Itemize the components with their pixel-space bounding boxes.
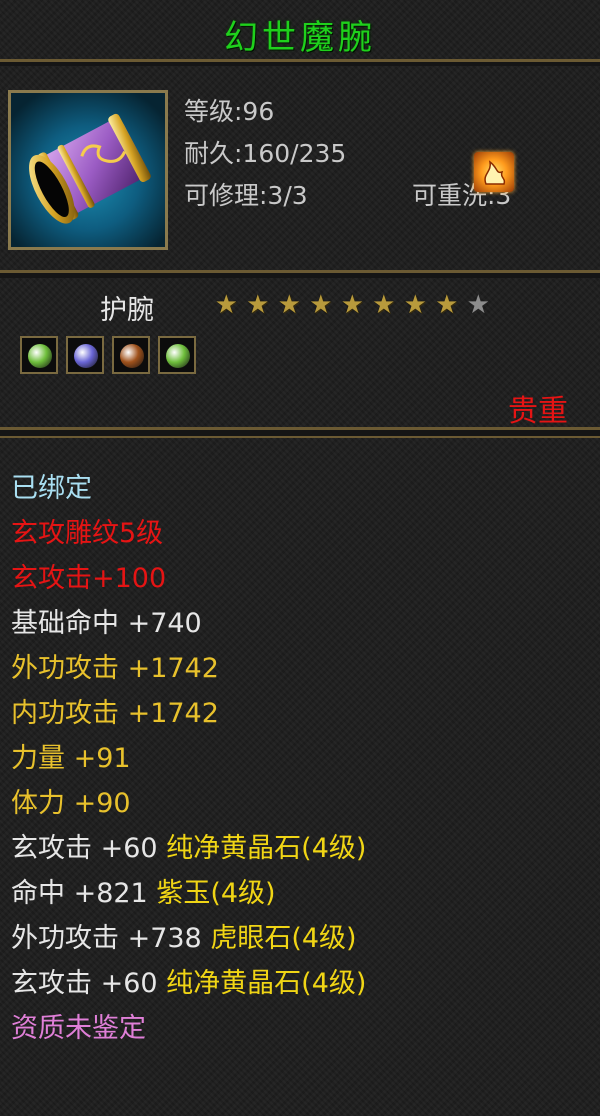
item-quality-label: 贵重	[508, 394, 568, 429]
attribute-text: 已绑定	[11, 473, 92, 504]
star-filled-icon: ★	[403, 290, 427, 320]
attribute-line: 外功攻击 +738 虎眼石(4级)	[11, 916, 357, 955]
attribute-line: 力量 +91	[11, 736, 131, 775]
item-info-panel: 等级:96 耐久:160/235 可修理:3/3 可重洗:3	[0, 66, 600, 273]
star-filled-icon: ★	[214, 290, 238, 320]
flame-skill-icon[interactable]	[474, 152, 514, 192]
purple-gem-icon	[74, 344, 98, 368]
gem-slot-4[interactable]	[158, 336, 196, 374]
attribute-text: 玄攻击 +60	[11, 833, 167, 864]
attribute-line: 已绑定	[11, 466, 92, 505]
star-filled-icon: ★	[372, 290, 396, 320]
attribute-text: 力量 +91	[11, 743, 131, 774]
attribute-line: 玄攻击 +60 纯净黄晶石(4级)	[11, 826, 366, 865]
gem-slot-3[interactable]	[112, 336, 150, 374]
attribute-line: 外功攻击 +1742	[11, 646, 219, 685]
attribute-text: 外功攻击 +738	[11, 923, 211, 954]
attribute-text: 外功攻击 +1742	[11, 653, 219, 684]
attribute-line: 命中 +821 紫玉(4级)	[11, 871, 276, 910]
star-filled-icon: ★	[309, 290, 333, 320]
bracer-icon	[29, 113, 151, 224]
star-rating: ★ ★ ★ ★ ★ ★ ★ ★ ★	[212, 292, 493, 318]
gem-name-text: 虎眼石(4级)	[210, 923, 357, 954]
item-type-label: 护腕	[100, 295, 154, 326]
bracer-item-icon[interactable]	[8, 90, 168, 250]
item-durability: 耐久:160/235	[184, 139, 347, 168]
attribute-text: 命中 +821	[11, 878, 157, 909]
attribute-text: 资质未鉴定	[11, 1013, 146, 1044]
attribute-panel: 已绑定玄攻雕纹5级 玄攻击+100 基础命中 +740 外功攻击 +1742 内功攻击 …	[0, 436, 600, 1116]
gem-slot-2[interactable]	[66, 336, 104, 374]
star-empty-icon: ★	[466, 290, 490, 320]
green-gem-icon	[166, 344, 190, 368]
gem-slot-1[interactable]	[20, 336, 58, 374]
attribute-line: 资质未鉴定	[11, 1006, 146, 1045]
gem-name-text: 紫玉(4级)	[156, 878, 276, 909]
gem-slots	[20, 336, 196, 374]
attribute-text: 体力 +90	[11, 788, 131, 819]
star-filled-icon: ★	[435, 290, 459, 320]
attribute-line: 玄攻雕纹5级	[11, 511, 163, 550]
star-filled-icon: ★	[277, 290, 301, 320]
brown-gem-icon	[120, 344, 144, 368]
title-bar: 幻世魔腕	[0, 0, 600, 62]
star-filled-icon: ★	[340, 290, 364, 320]
gem-name-text: 纯净黄晶石(4级)	[166, 833, 367, 864]
star-filled-icon: ★	[246, 290, 270, 320]
attribute-text: 内功攻击 +1742	[11, 698, 219, 729]
item-name: 幻世魔腕	[224, 18, 376, 58]
green-gem-icon	[28, 344, 52, 368]
item-repair-count: 可修理:3/3	[184, 181, 308, 210]
item-level: 等级:96	[184, 97, 275, 126]
attribute-line: 内功攻击 +1742	[11, 691, 219, 730]
attribute-line: 基础命中 +740	[11, 601, 202, 640]
gem-name-text: 纯净黄晶石(4级)	[166, 968, 367, 999]
attribute-text: 玄攻击+100	[11, 563, 167, 594]
flame-icon	[484, 160, 506, 185]
attribute-line: 玄攻击+100	[11, 556, 166, 595]
attribute-line: 玄攻击 +60 纯净黄晶石(4级)	[11, 961, 366, 1000]
attribute-line: 体力 +90	[11, 781, 131, 820]
item-type-panel: 护腕 ★ ★ ★ ★ ★ ★ ★ ★ ★ 贵重	[0, 278, 600, 430]
attribute-text: 玄攻雕纹5级	[11, 518, 164, 549]
attribute-text: 玄攻击 +60	[11, 968, 167, 999]
attribute-text: 基础命中 +740	[11, 608, 202, 639]
